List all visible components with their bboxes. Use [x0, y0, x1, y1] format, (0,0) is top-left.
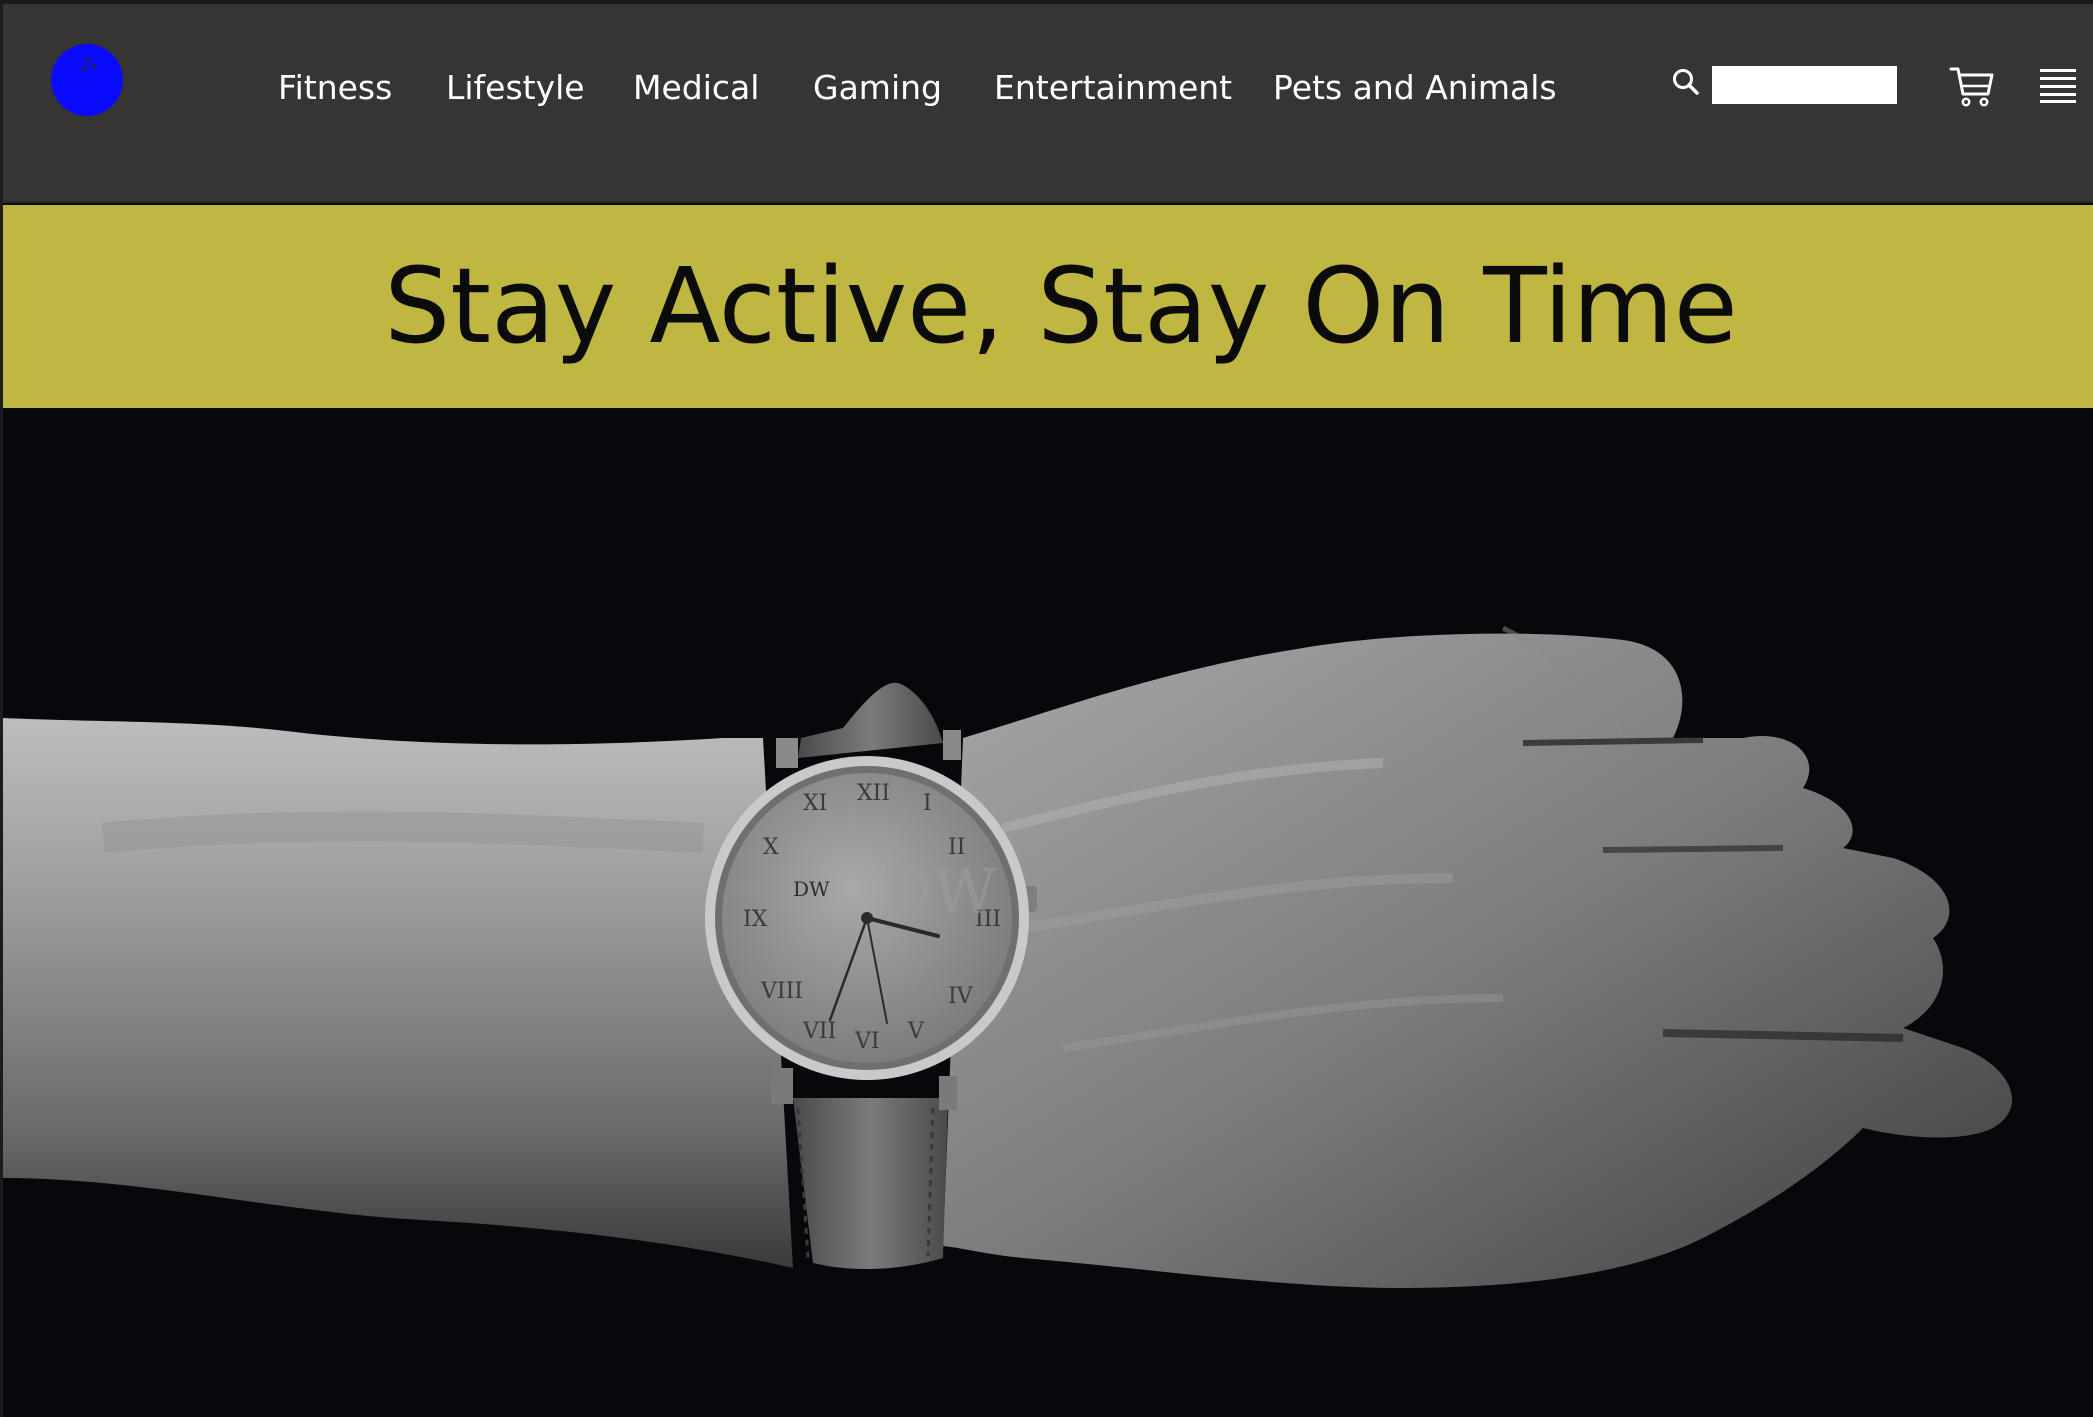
logo-icon[interactable]	[51, 44, 123, 116]
search-icon[interactable]	[1669, 66, 1703, 100]
arm-with-wristwatch-image: XII VI IX III XI I II IV V VII VIII X DW…	[3, 625, 2013, 1288]
nav-item-medical[interactable]: Medical	[633, 60, 759, 116]
hand-shape	[943, 633, 2013, 1288]
hero-image: XII VI IX III XI I II IV V VII VIII X DW…	[3, 408, 2093, 1417]
hamburger-menu-icon[interactable]	[2039, 66, 2077, 104]
logo-dot	[82, 66, 87, 71]
logo-dot	[91, 64, 96, 69]
site-header: Fitness Lifestyle Medical Gaming Enterta…	[3, 4, 2093, 203]
nav-item-pets-and-animals[interactable]: Pets and Animals	[1273, 60, 1557, 116]
nav-item-entertainment[interactable]: Entertainment	[994, 60, 1232, 116]
svg-text:VI: VI	[854, 1029, 880, 1054]
watch-strap-top	[798, 682, 943, 758]
nav-item-gaming[interactable]: Gaming	[813, 60, 942, 116]
svg-text:VIII: VIII	[760, 979, 803, 1004]
svg-text:XI: XI	[803, 791, 827, 816]
search-input[interactable]	[1712, 66, 1897, 104]
forearm-shape	[3, 718, 793, 1268]
svg-text:X: X	[763, 835, 779, 860]
svg-text:V: V	[907, 1019, 925, 1044]
logo-dot	[85, 58, 90, 63]
svg-text:IX: IX	[743, 907, 768, 932]
svg-text:DW: DW	[883, 855, 997, 928]
svg-text:VII: VII	[802, 1019, 836, 1044]
banner-title: Stay Active, Stay On Time	[384, 245, 1738, 367]
svg-text:IV: IV	[948, 984, 974, 1009]
hero-banner: Stay Active, Stay On Time	[3, 205, 2093, 408]
page: Fitness Lifestyle Medical Gaming Enterta…	[0, 0, 2093, 1417]
svg-text:XII: XII	[857, 781, 890, 806]
nav-item-fitness[interactable]: Fitness	[278, 60, 392, 116]
svg-text:I: I	[923, 791, 932, 816]
watch-brand-text: DW	[793, 877, 830, 901]
nav-item-lifestyle[interactable]: Lifestyle	[446, 60, 585, 116]
watch-strap-bottom	[793, 1098, 948, 1270]
cart-icon[interactable]	[1948, 62, 1996, 110]
